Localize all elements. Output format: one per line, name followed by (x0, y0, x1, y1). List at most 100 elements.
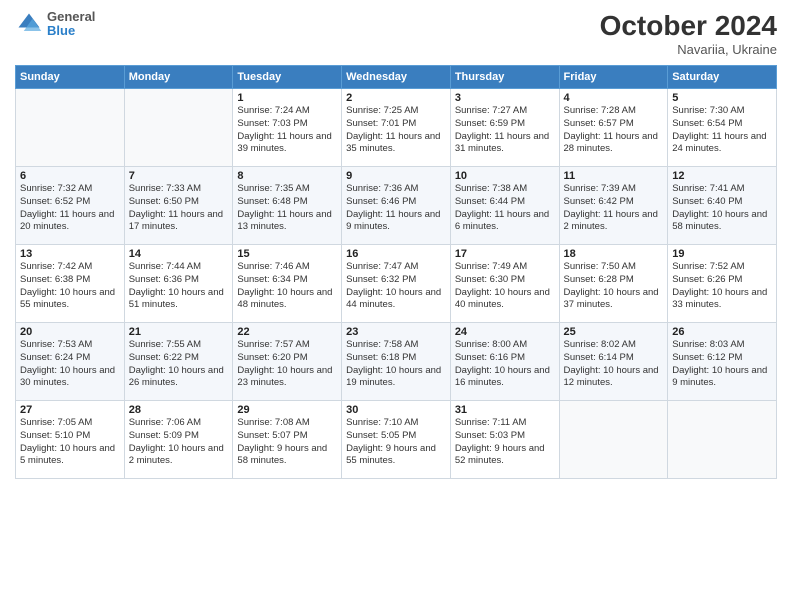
header-thursday: Thursday (450, 66, 559, 89)
day-number: 6 (20, 170, 120, 182)
day-number: 25 (564, 326, 664, 338)
logo-general: General (47, 10, 95, 24)
day-info: Sunrise: 7:58 AM Sunset: 6:18 PM Dayligh… (346, 339, 446, 390)
header-wednesday: Wednesday (342, 66, 451, 89)
day-info: Sunrise: 7:42 AM Sunset: 6:38 PM Dayligh… (20, 261, 120, 312)
header-saturday: Saturday (668, 66, 777, 89)
calendar-cell: 19Sunrise: 7:52 AM Sunset: 6:26 PM Dayli… (668, 245, 777, 323)
calendar-cell: 14Sunrise: 7:44 AM Sunset: 6:36 PM Dayli… (124, 245, 233, 323)
day-number: 29 (237, 404, 337, 416)
calendar-cell: 23Sunrise: 7:58 AM Sunset: 6:18 PM Dayli… (342, 323, 451, 401)
calendar-cell: 12Sunrise: 7:41 AM Sunset: 6:40 PM Dayli… (668, 167, 777, 245)
header-friday: Friday (559, 66, 668, 89)
day-number: 22 (237, 326, 337, 338)
day-number: 27 (20, 404, 120, 416)
day-number: 9 (346, 170, 446, 182)
day-number: 31 (455, 404, 555, 416)
day-info: Sunrise: 7:49 AM Sunset: 6:30 PM Dayligh… (455, 261, 555, 312)
day-number: 28 (129, 404, 229, 416)
day-info: Sunrise: 7:36 AM Sunset: 6:46 PM Dayligh… (346, 183, 446, 234)
day-number: 13 (20, 248, 120, 260)
calendar-cell: 5Sunrise: 7:30 AM Sunset: 6:54 PM Daylig… (668, 89, 777, 167)
day-info: Sunrise: 7:52 AM Sunset: 6:26 PM Dayligh… (672, 261, 772, 312)
calendar-week-row: 20Sunrise: 7:53 AM Sunset: 6:24 PM Dayli… (16, 323, 777, 401)
calendar-cell: 9Sunrise: 7:36 AM Sunset: 6:46 PM Daylig… (342, 167, 451, 245)
day-info: Sunrise: 7:33 AM Sunset: 6:50 PM Dayligh… (129, 183, 229, 234)
day-number: 26 (672, 326, 772, 338)
calendar-cell (16, 89, 125, 167)
logo-icon (15, 10, 43, 38)
day-info: Sunrise: 8:03 AM Sunset: 6:12 PM Dayligh… (672, 339, 772, 390)
day-info: Sunrise: 8:00 AM Sunset: 6:16 PM Dayligh… (455, 339, 555, 390)
logo-blue: Blue (47, 24, 95, 38)
calendar-cell: 2Sunrise: 7:25 AM Sunset: 7:01 PM Daylig… (342, 89, 451, 167)
calendar-cell: 8Sunrise: 7:35 AM Sunset: 6:48 PM Daylig… (233, 167, 342, 245)
calendar-cell: 3Sunrise: 7:27 AM Sunset: 6:59 PM Daylig… (450, 89, 559, 167)
day-number: 4 (564, 92, 664, 104)
day-info: Sunrise: 7:30 AM Sunset: 6:54 PM Dayligh… (672, 105, 772, 156)
calendar-cell: 10Sunrise: 7:38 AM Sunset: 6:44 PM Dayli… (450, 167, 559, 245)
day-info: Sunrise: 7:53 AM Sunset: 6:24 PM Dayligh… (20, 339, 120, 390)
day-number: 17 (455, 248, 555, 260)
calendar-cell: 4Sunrise: 7:28 AM Sunset: 6:57 PM Daylig… (559, 89, 668, 167)
calendar-cell: 6Sunrise: 7:32 AM Sunset: 6:52 PM Daylig… (16, 167, 125, 245)
day-number: 23 (346, 326, 446, 338)
location: Navariia, Ukraine (600, 42, 777, 57)
header-monday: Monday (124, 66, 233, 89)
day-number: 16 (346, 248, 446, 260)
day-info: Sunrise: 7:47 AM Sunset: 6:32 PM Dayligh… (346, 261, 446, 312)
day-info: Sunrise: 7:41 AM Sunset: 6:40 PM Dayligh… (672, 183, 772, 234)
calendar-week-row: 6Sunrise: 7:32 AM Sunset: 6:52 PM Daylig… (16, 167, 777, 245)
header-tuesday: Tuesday (233, 66, 342, 89)
calendar-cell (124, 89, 233, 167)
title-block: October 2024 Navariia, Ukraine (600, 10, 777, 57)
calendar-cell: 1Sunrise: 7:24 AM Sunset: 7:03 PM Daylig… (233, 89, 342, 167)
calendar-cell: 18Sunrise: 7:50 AM Sunset: 6:28 PM Dayli… (559, 245, 668, 323)
calendar-cell (559, 401, 668, 479)
calendar-cell: 24Sunrise: 8:00 AM Sunset: 6:16 PM Dayli… (450, 323, 559, 401)
day-info: Sunrise: 7:10 AM Sunset: 5:05 PM Dayligh… (346, 417, 446, 468)
calendar-cell (668, 401, 777, 479)
calendar-week-row: 27Sunrise: 7:05 AM Sunset: 5:10 PM Dayli… (16, 401, 777, 479)
day-number: 5 (672, 92, 772, 104)
day-number: 1 (237, 92, 337, 104)
calendar-page: General Blue October 2024 Navariia, Ukra… (0, 0, 792, 612)
calendar-cell: 17Sunrise: 7:49 AM Sunset: 6:30 PM Dayli… (450, 245, 559, 323)
calendar-cell: 21Sunrise: 7:55 AM Sunset: 6:22 PM Dayli… (124, 323, 233, 401)
day-number: 3 (455, 92, 555, 104)
calendar-cell: 27Sunrise: 7:05 AM Sunset: 5:10 PM Dayli… (16, 401, 125, 479)
day-info: Sunrise: 7:55 AM Sunset: 6:22 PM Dayligh… (129, 339, 229, 390)
day-info: Sunrise: 7:57 AM Sunset: 6:20 PM Dayligh… (237, 339, 337, 390)
calendar-cell: 16Sunrise: 7:47 AM Sunset: 6:32 PM Dayli… (342, 245, 451, 323)
day-number: 24 (455, 326, 555, 338)
calendar-week-row: 1Sunrise: 7:24 AM Sunset: 7:03 PM Daylig… (16, 89, 777, 167)
calendar-table: Sunday Monday Tuesday Wednesday Thursday… (15, 65, 777, 479)
day-info: Sunrise: 7:35 AM Sunset: 6:48 PM Dayligh… (237, 183, 337, 234)
calendar-cell: 22Sunrise: 7:57 AM Sunset: 6:20 PM Dayli… (233, 323, 342, 401)
day-number: 19 (672, 248, 772, 260)
calendar-cell: 29Sunrise: 7:08 AM Sunset: 5:07 PM Dayli… (233, 401, 342, 479)
header: General Blue October 2024 Navariia, Ukra… (15, 10, 777, 57)
day-info: Sunrise: 7:24 AM Sunset: 7:03 PM Dayligh… (237, 105, 337, 156)
day-info: Sunrise: 7:06 AM Sunset: 5:09 PM Dayligh… (129, 417, 229, 468)
calendar-cell: 15Sunrise: 7:46 AM Sunset: 6:34 PM Dayli… (233, 245, 342, 323)
header-sunday: Sunday (16, 66, 125, 89)
calendar-cell: 13Sunrise: 7:42 AM Sunset: 6:38 PM Dayli… (16, 245, 125, 323)
day-number: 14 (129, 248, 229, 260)
day-info: Sunrise: 7:38 AM Sunset: 6:44 PM Dayligh… (455, 183, 555, 234)
day-number: 15 (237, 248, 337, 260)
calendar-cell: 11Sunrise: 7:39 AM Sunset: 6:42 PM Dayli… (559, 167, 668, 245)
calendar-cell: 20Sunrise: 7:53 AM Sunset: 6:24 PM Dayli… (16, 323, 125, 401)
day-info: Sunrise: 7:25 AM Sunset: 7:01 PM Dayligh… (346, 105, 446, 156)
day-number: 12 (672, 170, 772, 182)
day-info: Sunrise: 7:08 AM Sunset: 5:07 PM Dayligh… (237, 417, 337, 468)
day-info: Sunrise: 7:28 AM Sunset: 6:57 PM Dayligh… (564, 105, 664, 156)
weekday-header-row: Sunday Monday Tuesday Wednesday Thursday… (16, 66, 777, 89)
day-number: 20 (20, 326, 120, 338)
day-number: 21 (129, 326, 229, 338)
day-number: 7 (129, 170, 229, 182)
calendar-week-row: 13Sunrise: 7:42 AM Sunset: 6:38 PM Dayli… (16, 245, 777, 323)
day-number: 8 (237, 170, 337, 182)
day-info: Sunrise: 7:44 AM Sunset: 6:36 PM Dayligh… (129, 261, 229, 312)
day-info: Sunrise: 7:11 AM Sunset: 5:03 PM Dayligh… (455, 417, 555, 468)
